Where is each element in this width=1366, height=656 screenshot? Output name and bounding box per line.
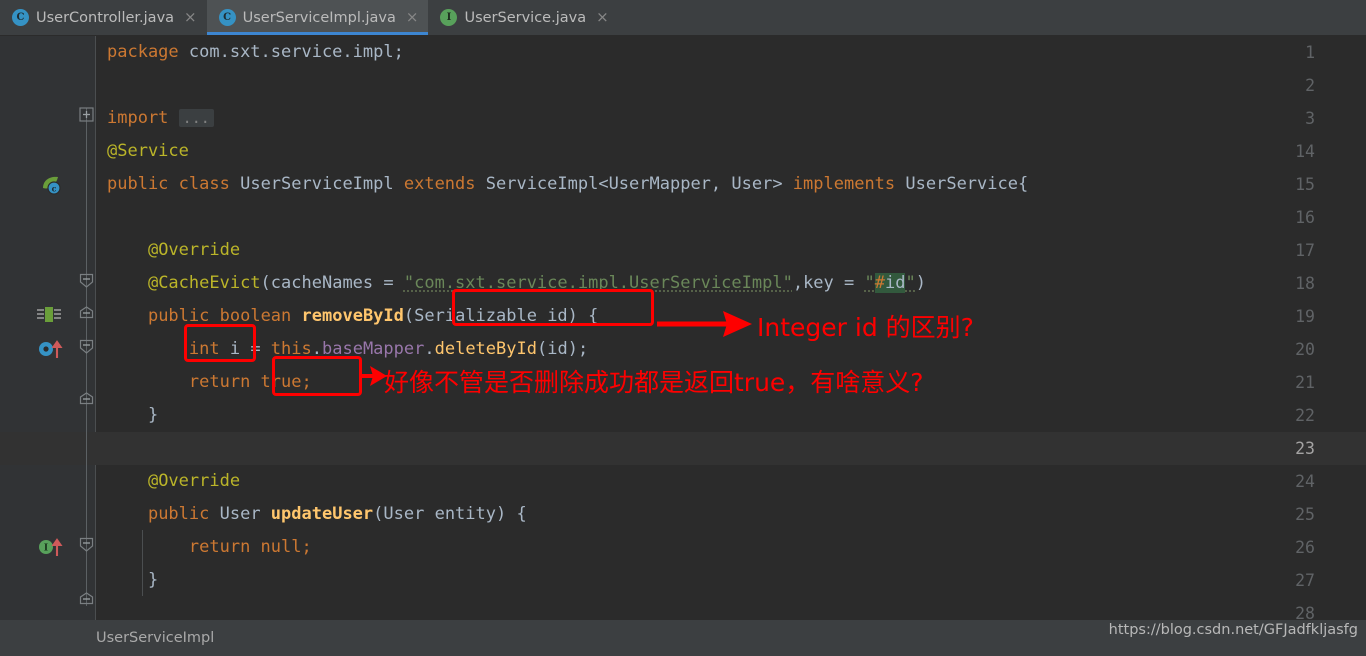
active-tab-indicator (206, 32, 429, 35)
tab-label: UserService.java (464, 9, 587, 26)
java-class-icon: C (218, 9, 236, 26)
close-icon[interactable]: × (596, 10, 609, 25)
collapsed-import-placeholder[interactable]: ... (178, 109, 214, 127)
fold-collapse-icon[interactable] (78, 338, 95, 355)
editor-gutter[interactable] (0, 36, 96, 620)
code-line-1: package com.sxt.service.impl; (107, 42, 404, 62)
fold-collapse-icon[interactable] (78, 305, 95, 322)
tab-user-service-impl[interactable]: C UserServiceImpl.java × (206, 0, 429, 35)
code-editor[interactable]: 1 2 3 14 15 16 17 18 19 20 21 22 23 24 2… (0, 36, 1366, 620)
close-icon[interactable]: × (184, 10, 197, 25)
code-line-15: public class UserServiceImpl extends Ser… (107, 174, 1029, 194)
status-bar: UserServiceImpl https://blog.csdn.net/GF… (0, 620, 1366, 656)
spring-bean-icon[interactable]: c (40, 174, 62, 196)
integer-id-note: Integer id 的区别? (757, 313, 974, 342)
code-line-24: @Override (147, 471, 241, 491)
code-line-17: @Override (96, 234, 1366, 267)
overriding-method-icon[interactable] (38, 338, 64, 360)
fold-collapse-icon[interactable] (78, 391, 95, 408)
keyword-package: package (107, 42, 179, 62)
fold-rail (86, 108, 87, 278)
svg-text:I: I (44, 544, 48, 554)
close-icon[interactable]: × (406, 10, 419, 25)
watermark-url: https://blog.csdn.net/GFJadfkljasfg (1108, 622, 1358, 638)
code-line-14: @Service (96, 135, 1366, 168)
annotation-service: @Service (107, 141, 189, 161)
fold-expand-icon[interactable] (78, 106, 95, 123)
fold-collapse-icon[interactable] (78, 536, 95, 553)
tab-label: UserServiceImpl.java (242, 9, 396, 26)
java-interface-icon: I (440, 9, 458, 26)
tab-user-service[interactable]: I UserService.java × (428, 0, 618, 35)
editor-tab-bar: C UserController.java × C UserServiceImp… (0, 0, 1366, 36)
breadcrumb[interactable]: UserServiceImpl (96, 630, 214, 646)
fold-collapse-icon[interactable] (78, 272, 95, 289)
tab-user-controller[interactable]: C UserController.java × (0, 0, 207, 35)
code-line-18: @CacheEvict(cacheNames = "com.sxt.servic… (147, 273, 926, 293)
code-line-22: } (147, 405, 159, 425)
tab-label: UserController.java (36, 9, 175, 26)
java-class-icon: C (12, 9, 29, 26)
code-line-3: import ... (96, 102, 1366, 135)
code-line-25: public User updateUser(User entity) { (147, 504, 527, 524)
code-line-26: return null; (188, 537, 312, 557)
spring-cache-icon[interactable] (36, 306, 62, 324)
implementing-method-icon[interactable]: I (38, 536, 64, 558)
arrow-to-integer-note (657, 311, 752, 337)
svg-text:c: c (52, 184, 57, 194)
annotation-override: @Override (147, 240, 241, 260)
fold-collapse-icon[interactable] (78, 591, 95, 608)
return-true-note: 好像不管是否删除成功都是返回true，有啥意义? (384, 368, 924, 397)
code-line-27: } (147, 570, 159, 590)
